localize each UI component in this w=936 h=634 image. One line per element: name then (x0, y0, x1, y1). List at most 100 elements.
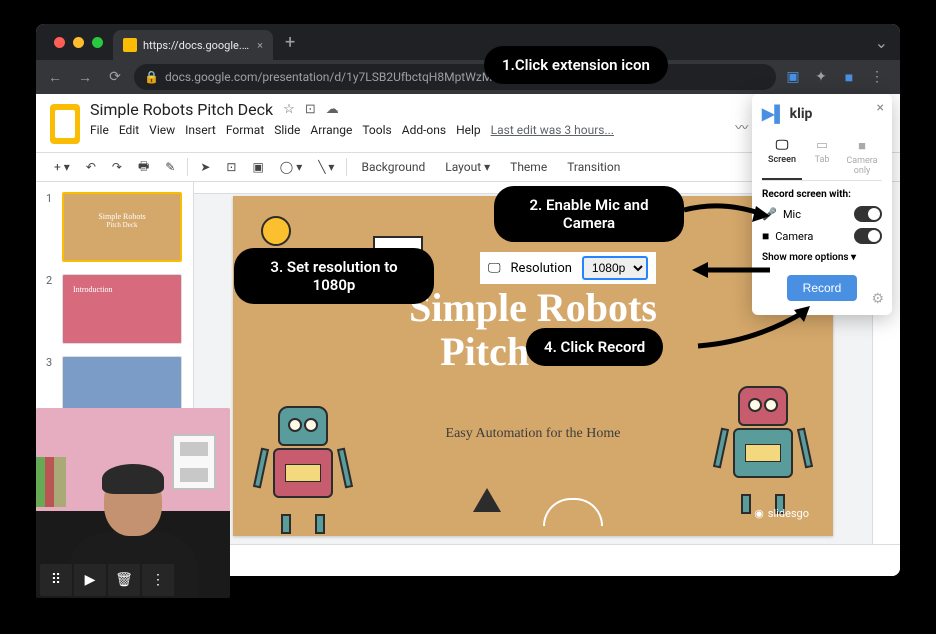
thumb-1[interactable]: 1 Simple Robots Pitch Deck (46, 192, 183, 262)
record-button[interactable]: Record (787, 275, 858, 301)
print-button[interactable]: 🖶 (134, 155, 153, 180)
shape-tool[interactable]: ◯ ▾ (276, 158, 306, 176)
menu-format[interactable]: Format (226, 123, 264, 137)
monitor-icon: 🖵 (488, 261, 501, 276)
show-more-options[interactable]: Show more options ▾ (762, 252, 882, 263)
thumb-2[interactable]: 2 Introduction (46, 274, 183, 344)
klip-extension-icon[interactable]: ▣ (784, 68, 802, 86)
paint-format-button[interactable]: ✎ (161, 158, 179, 176)
last-edit-status[interactable]: Last edit was 3 hours... (491, 123, 614, 137)
layout-button[interactable]: Layout ▾ (439, 158, 496, 176)
google-slides-logo-icon[interactable] (50, 104, 80, 144)
annotation-4-arrow (694, 306, 814, 352)
screen-icon: 🖵 (764, 138, 800, 153)
resolution-label: Resolution (511, 261, 572, 276)
annotation-2: 2. Enable Mic and Camera (494, 186, 684, 242)
transition-button[interactable]: Transition (561, 158, 626, 176)
slides-favicon-icon (123, 38, 137, 52)
resolution-dropdown[interactable]: 1080p (582, 256, 648, 280)
menu-slide[interactable]: Slide (274, 123, 300, 137)
tab-camera-only[interactable]: ■ Camera only (842, 134, 882, 180)
browser-tab[interactable]: https://docs.google.com/pr × (113, 30, 273, 60)
control-more-icon[interactable]: ⋮ (142, 564, 174, 596)
cloud-status-icon: ☁ (326, 102, 339, 117)
new-slide-button[interactable]: + ▾ (50, 158, 74, 176)
klip-logo: ▶▌ klip (762, 104, 882, 124)
window-maximize-icon[interactable] (92, 37, 103, 48)
camera-label: Camera (775, 230, 848, 243)
robot-left-illustration (263, 406, 343, 516)
extensions-puzzle-icon[interactable]: ✦ (812, 68, 830, 86)
tab-tab[interactable]: ▭ Tab (802, 134, 842, 180)
forward-button: → (74, 69, 96, 86)
mic-label: Mic (783, 208, 848, 221)
move-icon[interactable]: ⊡ (305, 102, 316, 117)
tab-icon: ▭ (804, 138, 840, 153)
annotation-4: 4. Click Record (526, 328, 663, 366)
popup-close-icon[interactable]: × (877, 100, 884, 116)
capture-mode-tabs: 🖵 Screen ▭ Tab ■ Camera only (762, 134, 882, 181)
tab-screen[interactable]: 🖵 Screen (762, 134, 802, 180)
menu-file[interactable]: File (90, 123, 109, 137)
image-tool[interactable]: ▣ (248, 158, 267, 176)
undo-button[interactable]: ↶ (82, 158, 100, 176)
control-delete-icon[interactable]: 🗑 (108, 564, 140, 596)
menu-edit[interactable]: Edit (119, 123, 139, 137)
star-icon[interactable]: ☆ (283, 102, 295, 117)
record-with-label: Record screen with: (762, 189, 882, 200)
doodle-triangle-icon (473, 488, 501, 512)
redo-button[interactable]: ↷ (108, 158, 126, 176)
menu-addons[interactable]: Add-ons (402, 123, 446, 137)
doodle-arch-icon (543, 498, 603, 526)
menu-help[interactable]: Help (456, 123, 481, 137)
url-input[interactable]: 🔒 docs.google.com/presentation/d/1y7LSB2… (134, 64, 776, 90)
window-minimize-icon[interactable] (73, 37, 84, 48)
slidesgo-watermark: ◉ slidesgo (754, 507, 809, 520)
line-tool[interactable]: ╲ ▾ (314, 158, 338, 176)
extension-icons: ▣ ✦ ■ ⋮ (784, 68, 892, 86)
annotation-3-arrow (692, 256, 772, 286)
menu-view[interactable]: View (149, 123, 175, 137)
menu-insert[interactable]: Insert (185, 123, 216, 137)
doodle-circle-icon (261, 216, 291, 246)
control-play-icon[interactable]: ▶ (74, 564, 106, 596)
current-slide[interactable]: ✦ + + Simple Robots Pitch Deck Easy Auto… (233, 196, 833, 536)
menu-tools[interactable]: Tools (362, 123, 391, 137)
mic-switch[interactable] (854, 206, 882, 222)
back-button[interactable]: ← (44, 69, 66, 86)
annotation-2-arrow (682, 196, 772, 236)
annotation-3: 3. Set resolution to 1080p (234, 248, 434, 304)
robot-right-illustration (723, 386, 803, 496)
menu-arrange[interactable]: Arrange (310, 123, 352, 137)
reload-button[interactable]: ⟳ (104, 69, 126, 85)
new-tab-button[interactable]: + (273, 32, 307, 53)
tabs-menu-icon[interactable]: ⌄ (875, 33, 900, 52)
slidesgo-icon: ◉ (754, 507, 764, 520)
url-text: docs.google.com/presentation/d/1y7LSB2Uf… (165, 70, 766, 84)
trend-icon[interactable]: 〰 (735, 117, 748, 136)
textbox-tool[interactable]: ⊡ (222, 158, 240, 176)
camera-extension-icon[interactable]: ■ (840, 68, 858, 86)
menu-bar: File Edit View Insert Format Slide Arran… (90, 123, 735, 137)
mic-toggle-row: 🎤 Mic (762, 206, 882, 222)
resolution-selector: 🖵 Resolution 1080p (480, 252, 656, 284)
camera-switch[interactable] (854, 228, 882, 244)
tab-title: https://docs.google.com/pr (143, 39, 251, 52)
background-button[interactable]: Background (355, 158, 431, 176)
browser-tab-bar: https://docs.google.com/pr × + ⌄ (36, 24, 900, 60)
control-drag-icon[interactable]: ⠿ (40, 564, 72, 596)
browser-menu-icon[interactable]: ⋮ (868, 68, 886, 86)
klip-camera-icon: ▶▌ (762, 104, 786, 124)
klip-extension-popup: × ▶▌ klip 🖵 Screen ▭ Tab ■ Camera only R… (752, 94, 892, 315)
browser-address-bar: ← → ⟳ 🔒 docs.google.com/presentation/d/1… (36, 60, 900, 94)
pointer-tool[interactable]: ➤ (196, 158, 214, 176)
close-tab-icon[interactable]: × (257, 39, 263, 52)
theme-button[interactable]: Theme (504, 158, 553, 176)
window-traffic-lights (44, 37, 113, 48)
document-title[interactable]: Simple Robots Pitch Deck (90, 100, 273, 119)
window-close-icon[interactable] (54, 37, 65, 48)
camera-toggle-row: ■ Camera (762, 228, 882, 244)
recording-controls: ⠿ ▶ 🗑 ⋮ (40, 564, 174, 596)
settings-gear-icon[interactable]: ⚙ (871, 291, 884, 307)
annotation-1: 1.Click extension icon (484, 46, 668, 84)
